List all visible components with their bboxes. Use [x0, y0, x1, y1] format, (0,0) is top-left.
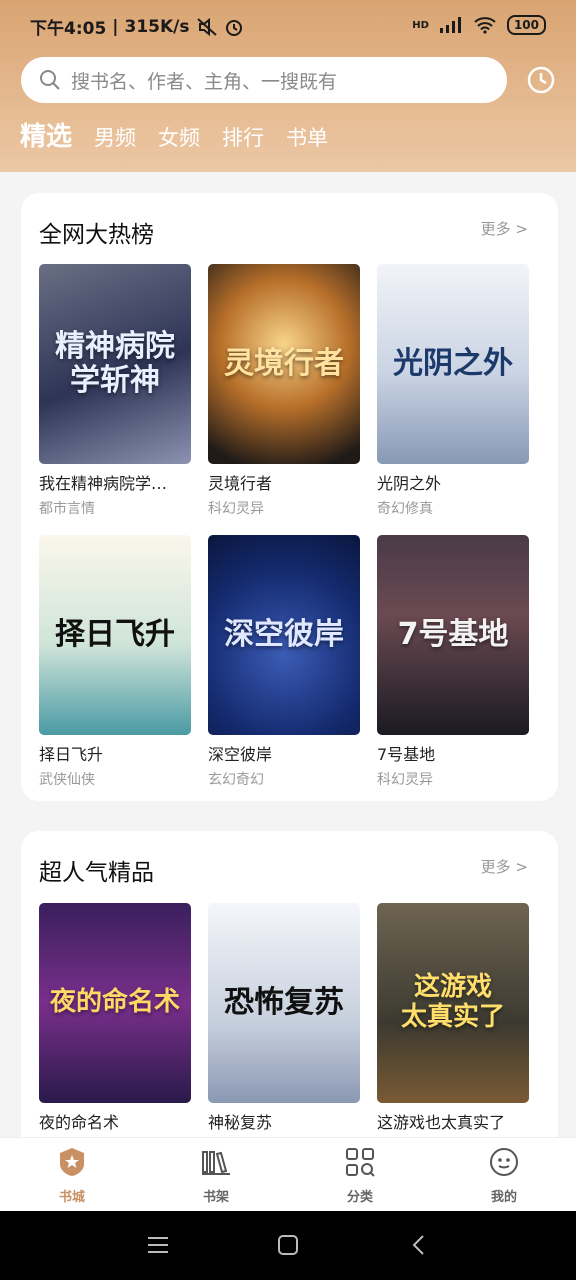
more-link[interactable]: 更多 > [481, 218, 528, 239]
history-clock-icon[interactable] [527, 66, 555, 94]
book-item[interactable]: 恐怖复苏 神秘复苏 [208, 903, 360, 1133]
section-title: 全网大热榜 [39, 222, 154, 248]
menu-icon[interactable] [146, 1233, 170, 1257]
category-tabs: 精选 男频 女频 排行 书单 [20, 116, 328, 153]
search-input[interactable]: 搜书名、作者、主角、一搜既有 [21, 57, 507, 103]
book-title[interactable]: 这游戏也太真实了 [377, 1109, 529, 1133]
book-item[interactable]: 精神病院 学斩神 我在精神病院学… 都市言情 [39, 264, 191, 518]
book-cover[interactable]: 精神病院 学斩神 [39, 264, 191, 464]
cover-title: 择日飞升 [55, 616, 175, 652]
book-item[interactable]: 夜的命名术 夜的命名术 [39, 903, 191, 1133]
cover-title: 深空彼岸 [224, 616, 344, 652]
header: 下午4:05 | 315K/s HD 100 搜书名、作者、主角、一搜既有 精选… [0, 0, 576, 172]
tab-ranking[interactable]: 排行 [222, 122, 264, 152]
nav-category[interactable]: 分类 [310, 1146, 410, 1205]
battery-indicator: 100 [506, 15, 546, 35]
nav-label: 书城 [58, 1190, 85, 1205]
search-placeholder: 搜书名、作者、主角、一搜既有 [71, 70, 338, 93]
book-title[interactable]: 择日飞升 [39, 741, 191, 765]
book-genre: 科幻灵异 [208, 501, 264, 517]
book-title[interactable]: 灵境行者 [208, 470, 360, 494]
book-item[interactable]: 光阴之外 光阴之外 奇幻修真 [377, 264, 529, 518]
book-item[interactable]: 深空彼岸 深空彼岸 玄幻奇幻 [208, 535, 360, 789]
book-cover[interactable]: 择日飞升 [39, 535, 191, 735]
book-title[interactable]: 深空彼岸 [208, 741, 360, 765]
book-genre: 奇幻修真 [377, 501, 433, 517]
nav-label: 分类 [346, 1190, 373, 1205]
book-title[interactable]: 神秘复苏 [208, 1109, 360, 1133]
tab-booklist[interactable]: 书单 [286, 122, 328, 152]
nav-profile[interactable]: 我的 [454, 1146, 554, 1205]
status-time: 下午4:05 [30, 19, 107, 39]
mute-icon [196, 17, 217, 36]
nav-bookstore[interactable]: 书城 [22, 1146, 122, 1205]
cover-title: 夜的命名术 [49, 987, 180, 1018]
signal-icon [439, 17, 461, 33]
book-item[interactable]: 灵境行者 灵境行者 科幻灵异 [208, 264, 360, 518]
cover-title: 7号基地 [397, 616, 509, 652]
cover-title: 灵境行者 [224, 345, 344, 381]
network-speed: 315K/s [124, 16, 190, 37]
nav-label: 我的 [490, 1190, 517, 1205]
tab-male[interactable]: 男频 [94, 122, 136, 152]
book-cover[interactable]: 光阴之外 [377, 264, 529, 464]
cover-title: 光阴之外 [393, 345, 513, 381]
system-navigation-bar [0, 1211, 576, 1280]
book-genre: 武侠仙侠 [39, 772, 95, 788]
hot-ranking-section: 全网大热榜 更多 > 精神病院 学斩神 我在精神病院学… 都市言情 灵境行者 灵… [21, 193, 558, 801]
book-item[interactable]: 择日飞升 择日飞升 武侠仙侠 [39, 535, 191, 789]
tab-female[interactable]: 女频 [158, 122, 200, 152]
status-bar: 下午4:05 | 315K/s HD 100 [0, 0, 576, 54]
book-title[interactable]: 光阴之外 [377, 470, 529, 494]
book-cover[interactable]: 深空彼岸 [208, 535, 360, 735]
book-genre: 玄幻奇幻 [208, 772, 264, 788]
book-item[interactable]: 7号基地 7号基地 科幻灵异 [377, 535, 529, 789]
wifi-icon [474, 17, 496, 34]
cover-title: 恐怖复苏 [224, 984, 344, 1020]
nav-label: 书架 [202, 1190, 229, 1205]
book-genre: 科幻灵异 [377, 772, 433, 788]
book-cover[interactable]: 这游戏 太真实了 [377, 903, 529, 1103]
profile-icon [490, 1148, 518, 1176]
book-title[interactable]: 我在精神病院学… [39, 470, 191, 494]
book-title[interactable]: 7号基地 [377, 741, 529, 765]
category-icon [346, 1148, 375, 1177]
search-icon [40, 70, 60, 90]
section-title: 超人气精品 [39, 860, 154, 886]
cover-title: 这游戏 太真实了 [400, 972, 505, 1032]
hd-signal-label: HD [412, 19, 429, 31]
popular-picks-section: 超人气精品 更多 > 夜的命名术 夜的命名术 恐怖复苏 神秘复苏 这游戏 太真实… [21, 831, 558, 1151]
bottom-nav: 书城 书架 分类 我的 [0, 1137, 576, 1212]
nav-bookshelf[interactable]: 书架 [166, 1146, 266, 1205]
book-item[interactable]: 这游戏 太真实了 这游戏也太真实了 [377, 903, 529, 1133]
book-cover[interactable]: 恐怖复苏 [208, 903, 360, 1103]
book-title[interactable]: 夜的命名术 [39, 1109, 191, 1133]
back-icon[interactable] [408, 1233, 432, 1257]
book-cover[interactable]: 灵境行者 [208, 264, 360, 464]
star-icon [60, 1148, 84, 1176]
book-cover[interactable]: 7号基地 [377, 535, 529, 735]
book-cover[interactable]: 夜的命名术 [39, 903, 191, 1103]
tab-featured[interactable]: 精选 [20, 116, 72, 153]
home-icon[interactable] [276, 1233, 300, 1257]
cover-title: 精神病院 学斩神 [55, 328, 175, 398]
bookshelf-icon [202, 1151, 230, 1175]
more-link[interactable]: 更多 > [481, 856, 528, 877]
book-genre: 都市言情 [39, 501, 95, 517]
alarm-icon [225, 19, 242, 36]
